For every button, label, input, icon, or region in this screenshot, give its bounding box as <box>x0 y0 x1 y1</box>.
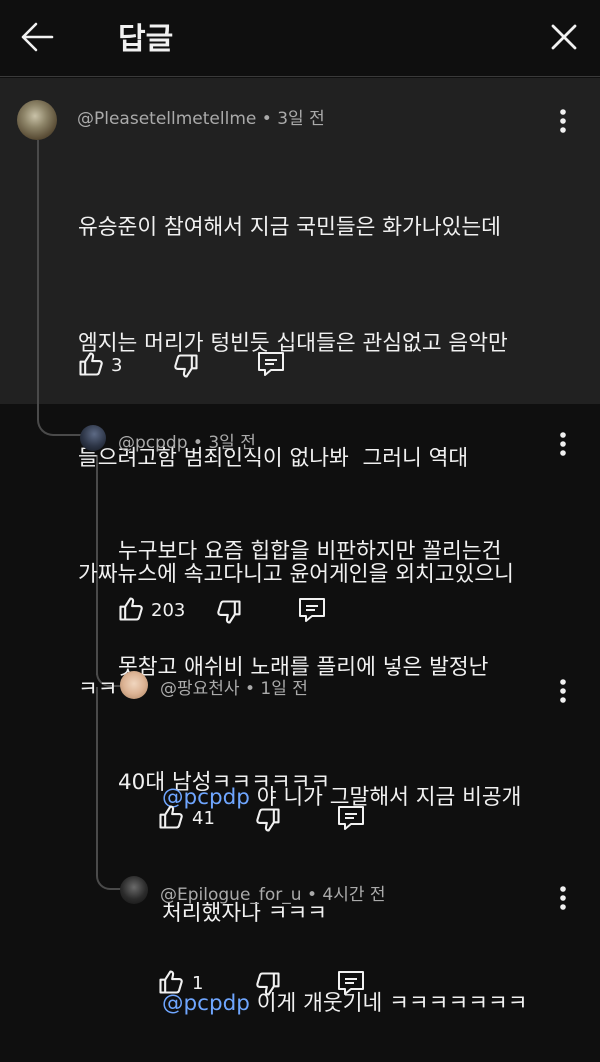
like-count: 3 <box>111 355 123 376</box>
comment-line: 유승준이 참여해서 지금 국민들은 화가나있는데 <box>78 215 501 240</box>
comment-line-rest: 야 니가 그말해서 지금 비공개 <box>249 785 522 810</box>
like-icon[interactable] <box>157 803 185 831</box>
comment-meta: @Pleasetellmetellme • 3일 전 <box>77 104 325 129</box>
dislike-icon[interactable] <box>215 598 243 626</box>
comment-time[interactable]: 1일 전 <box>260 679 308 699</box>
thread-line <box>37 140 39 420</box>
comment-author[interactable]: @Epilogue_for_u <box>160 885 302 905</box>
comment-meta: @Epilogue_for_u • 4시간 전 <box>160 880 386 905</box>
thread-branch <box>96 860 122 890</box>
comment-author[interactable]: @pcpdp <box>118 433 188 453</box>
more-vert-icon[interactable] <box>559 678 567 704</box>
dislike-icon[interactable] <box>172 352 200 380</box>
like-count: 1 <box>192 973 204 994</box>
page-title: 답글 <box>118 22 174 57</box>
comment-author[interactable]: @Pleasetellmetellme <box>77 109 256 129</box>
comment-line-rest: 이게 개웃기네 ㅋㅋㅋㅋㅋㅋㅋ <box>249 991 528 1016</box>
more-vert-icon[interactable] <box>559 108 567 134</box>
comment-line: 엠지는 머리가 텅빈듯 십대들은 관심없고 음악만 <box>78 330 508 356</box>
close-icon[interactable] <box>551 24 577 50</box>
like-icon[interactable] <box>117 595 145 623</box>
reply-icon[interactable] <box>336 804 366 832</box>
comment-time[interactable]: 4시간 전 <box>322 885 385 905</box>
more-vert-icon[interactable] <box>559 885 567 911</box>
header-bar <box>0 0 600 77</box>
comment-time[interactable]: 3일 전 <box>277 109 325 129</box>
more-vert-icon[interactable] <box>559 431 567 457</box>
comment-time[interactable]: 3일 전 <box>208 433 256 453</box>
meta-separator: • <box>239 679 261 699</box>
like-count: 203 <box>151 600 186 621</box>
like-icon[interactable] <box>77 350 105 378</box>
like-icon[interactable] <box>157 968 185 996</box>
reply-icon[interactable] <box>297 596 327 624</box>
avatar[interactable] <box>80 425 106 451</box>
avatar[interactable] <box>120 876 148 904</box>
meta-separator: • <box>256 109 278 129</box>
comment-author[interactable]: @팡요천사 <box>160 679 240 699</box>
dislike-icon[interactable] <box>254 806 282 834</box>
avatar[interactable] <box>17 100 57 140</box>
meta-separator: • <box>187 433 209 453</box>
comment-line: 누구보다 요즘 힙합을 비판하지만 꼴리는건 <box>118 539 502 564</box>
dislike-icon[interactable] <box>254 970 282 998</box>
comment-meta: @pcpdp • 3일 전 <box>118 428 256 453</box>
arrow-left-icon[interactable] <box>20 22 54 52</box>
meta-separator: • <box>301 885 323 905</box>
avatar[interactable] <box>120 671 148 699</box>
like-count: 41 <box>192 808 215 829</box>
comment-meta: @팡요천사 • 1일 전 <box>160 674 308 699</box>
reply-icon[interactable] <box>256 350 286 378</box>
reply-icon[interactable] <box>336 969 366 997</box>
